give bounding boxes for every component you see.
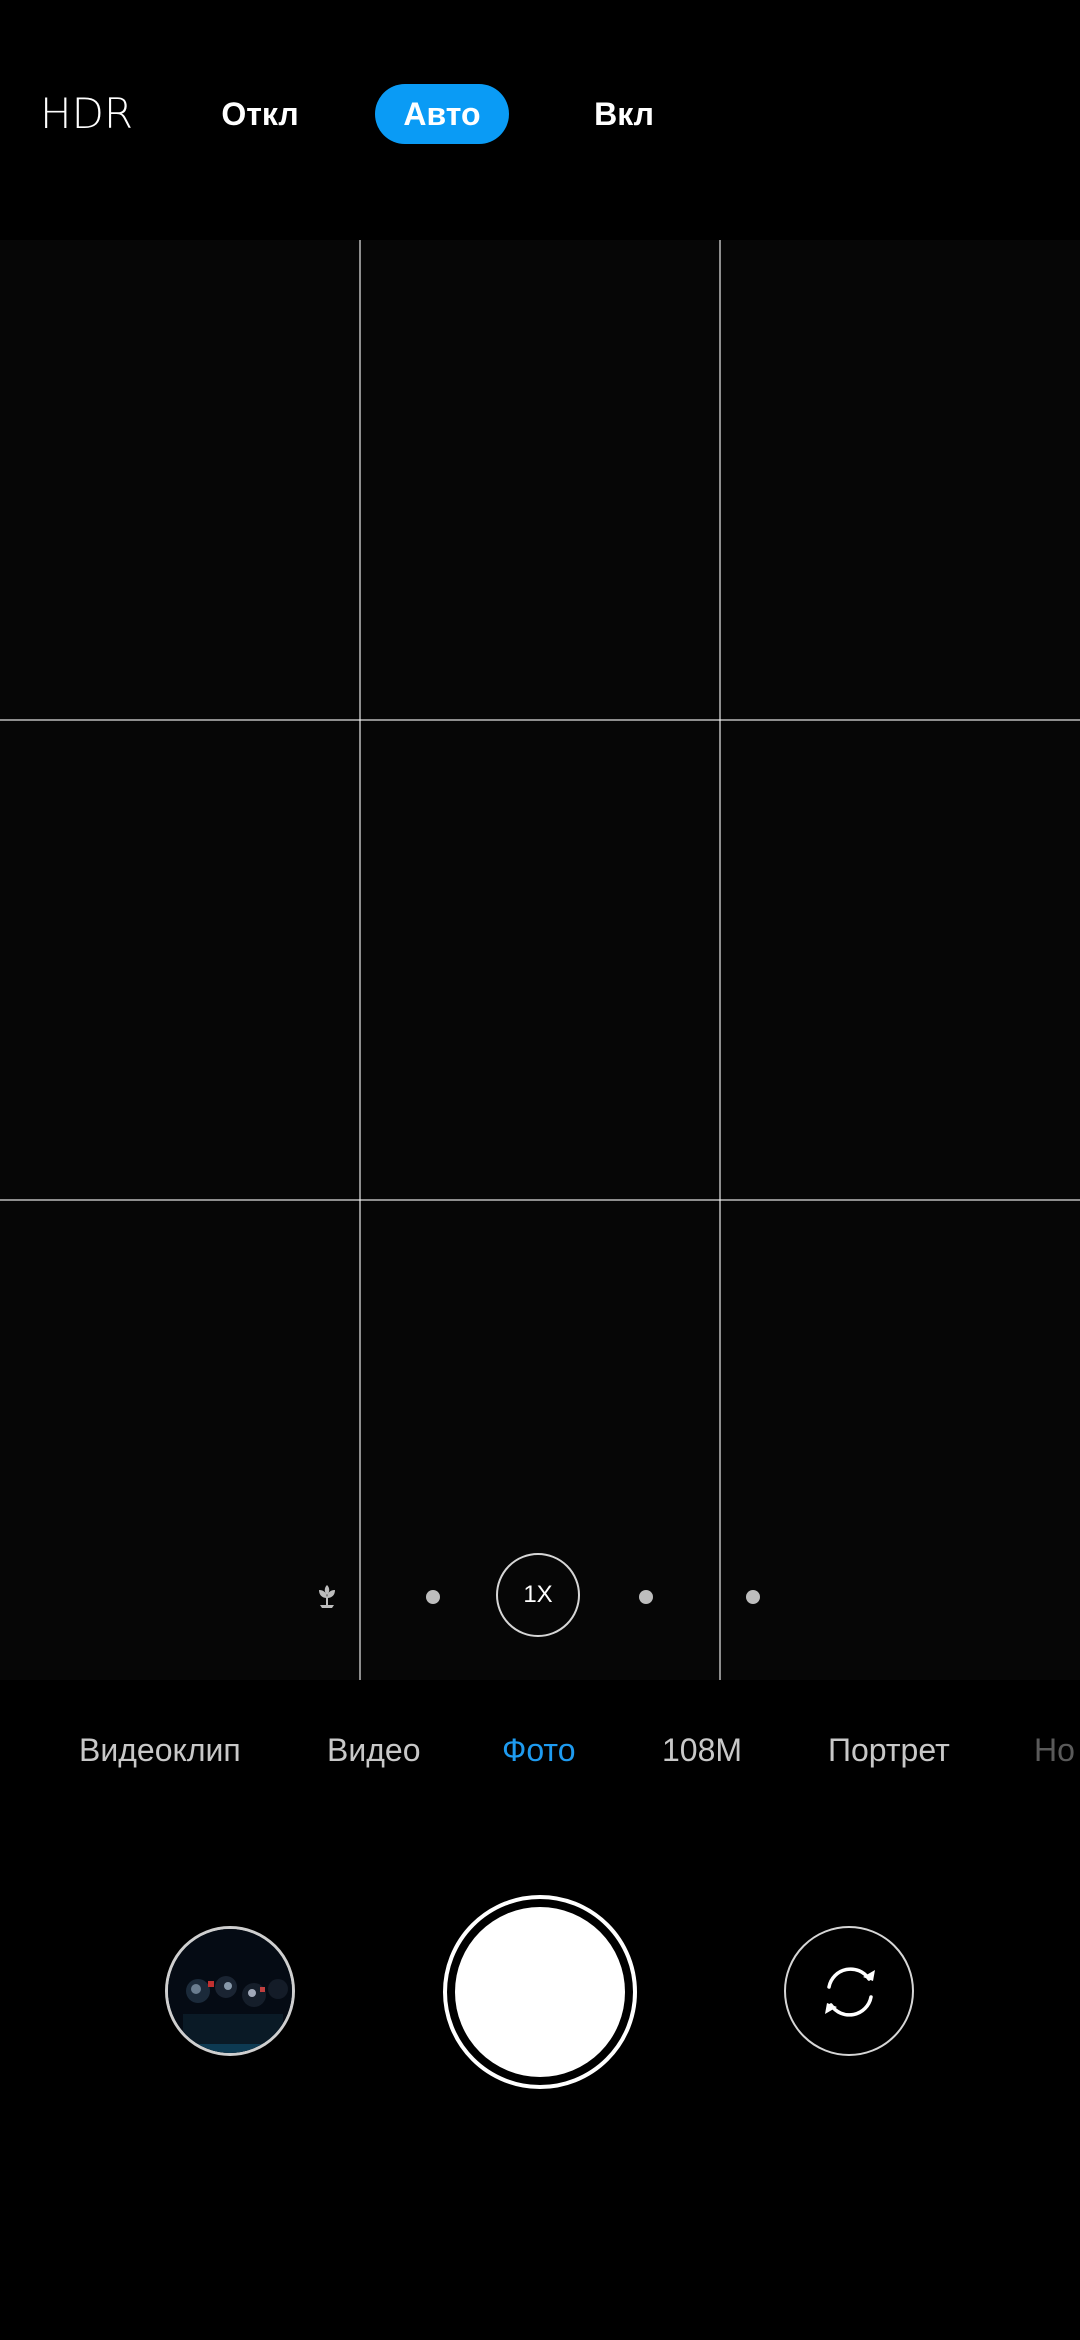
zoom-dot-5x[interactable] [746,1590,760,1604]
zoom-dot-2x[interactable] [639,1590,653,1604]
mode-videoclip[interactable]: Видеоклип [79,1715,241,1785]
mode-video[interactable]: Видео [327,1715,420,1785]
mode-selector: Видеоклип Видео Фото 108M Портрет Но [0,1715,1080,1785]
zoom-selector: 1X [0,1552,1080,1642]
hdr-option-auto[interactable]: Авто [375,84,509,144]
mode-photo[interactable]: Фото [502,1715,576,1785]
mode-portrait[interactable]: Портрет [828,1715,950,1785]
camera-viewfinder[interactable]: 1X [0,240,1080,1680]
gallery-thumbnail[interactable] [165,1926,295,2056]
hdr-option-off[interactable]: Откл [210,84,310,144]
zoom-level-button[interactable]: 1X [496,1553,580,1637]
grid-line-horizontal-2 [0,1199,1080,1201]
zoom-dot-0-6x[interactable] [426,1590,440,1604]
grid-line-vertical-2 [719,240,721,1680]
grid-line-horizontal-1 [0,719,1080,721]
gallery-preview-image [168,1929,292,2053]
grid-line-vertical-1 [359,240,361,1680]
switch-camera-icon [825,1967,875,2017]
shutter-button[interactable] [443,1895,637,2089]
hdr-title: HDR [40,89,134,138]
shutter-inner [455,1907,625,2077]
switch-camera-button[interactable] [784,1926,914,2056]
macro-flower-icon[interactable] [314,1582,340,1610]
hdr-option-on[interactable]: Вкл [574,84,674,144]
mode-108m[interactable]: 108M [662,1715,742,1785]
hdr-bar: HDR Откл Авто Вкл [0,0,1080,238]
mode-night-partial[interactable]: Но [1034,1715,1075,1785]
